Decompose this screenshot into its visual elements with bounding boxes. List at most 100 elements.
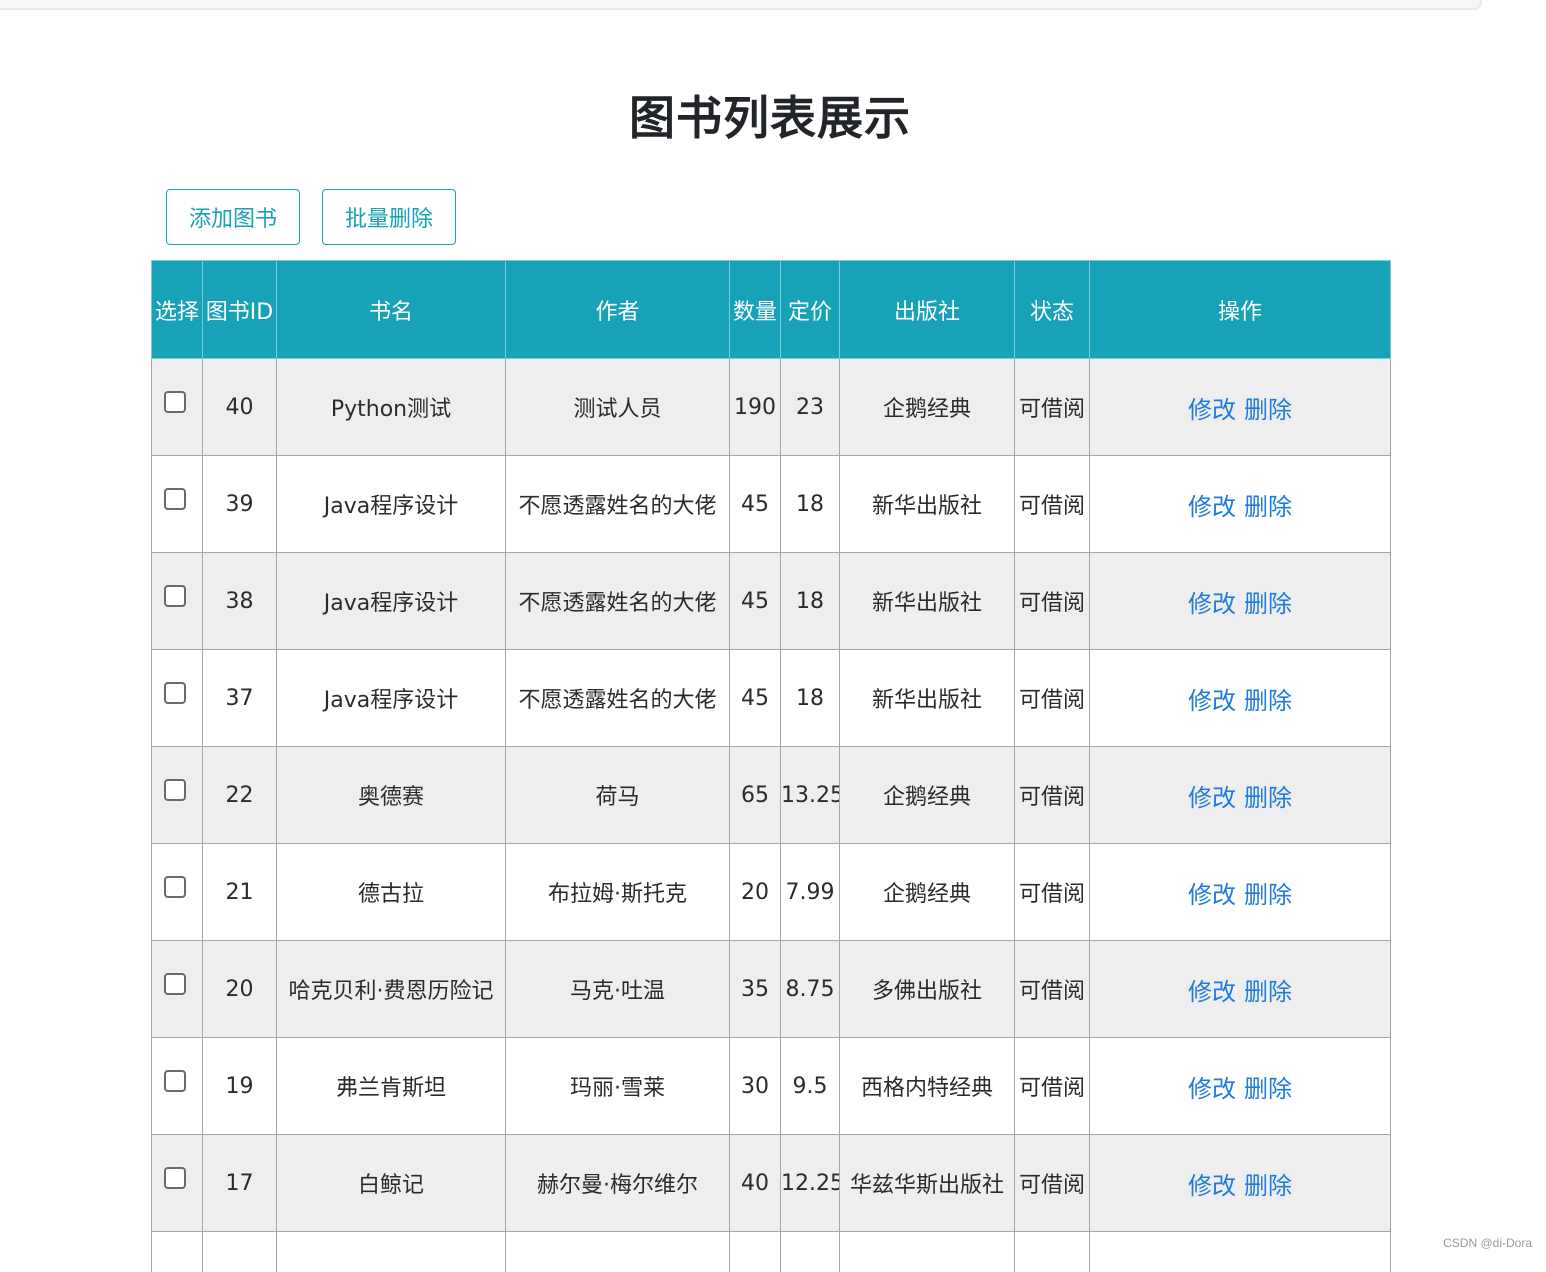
edit-link[interactable]: 修改 <box>1188 590 1236 618</box>
select-cell <box>152 1038 203 1135</box>
select-cell <box>152 456 203 553</box>
col-header-publisher: 出版社 <box>840 261 1015 359</box>
book-id: 39 <box>203 456 277 553</box>
book-name: 奥德赛 <box>277 747 506 844</box>
table-row: 40 Python测试 测试人员 190 23 企鹅经典 可借阅 修改删除 <box>152 359 1391 456</box>
book-status: 可借阅 <box>1015 1038 1090 1135</box>
row-checkbox[interactable] <box>164 779 186 801</box>
book-name: Java程序设计 <box>277 650 506 747</box>
book-name: Python测试 <box>277 359 506 456</box>
edit-link[interactable]: 修改 <box>1188 978 1236 1006</box>
delete-link[interactable]: 删除 <box>1244 1075 1292 1103</box>
watermark: CSDN @di-Dora <box>1443 1236 1532 1250</box>
table-row: 21 德古拉 布拉姆·斯托克 20 7.99 企鹅经典 可借阅 修改删除 <box>152 844 1391 941</box>
table-row: 38 Java程序设计 不愿透露姓名的大佬 45 18 新华出版社 可借阅 修改… <box>152 553 1391 650</box>
row-checkbox[interactable] <box>164 391 186 413</box>
book-publisher: 企鹅经典 <box>840 747 1015 844</box>
row-actions: 修改删除 <box>1090 359 1391 456</box>
delete-link[interactable]: 删除 <box>1244 784 1292 812</box>
book-author: 不愿透露姓名的大佬 <box>506 553 730 650</box>
book-name: 德古拉 <box>277 844 506 941</box>
col-header-book-id: 图书ID <box>203 261 277 359</box>
book-count: 35 <box>730 941 781 1038</box>
table-row: 20 哈克贝利·费恩历险记 马克·吐温 35 8.75 多佛出版社 可借阅 修改… <box>152 941 1391 1038</box>
book-name: 白鲸记 <box>277 1135 506 1232</box>
row-checkbox[interactable] <box>164 876 186 898</box>
book-author: 布拉姆·斯托克 <box>506 844 730 941</box>
row-checkbox[interactable] <box>164 585 186 607</box>
row-actions: 修改删除 <box>1090 650 1391 747</box>
edit-link[interactable]: 修改 <box>1188 881 1236 909</box>
book-id: 37 <box>203 650 277 747</box>
book-count: 190 <box>730 359 781 456</box>
col-header-select: 选择 <box>152 261 203 359</box>
select-cell <box>152 747 203 844</box>
book-name: Java程序设计 <box>277 456 506 553</box>
row-checkbox[interactable] <box>164 488 186 510</box>
add-book-button[interactable]: 添加图书 <box>166 189 300 245</box>
book-id: 19 <box>203 1038 277 1135</box>
book-price: 23 <box>781 359 840 456</box>
book-author: 马克·吐温 <box>506 941 730 1038</box>
delete-link[interactable]: 删除 <box>1244 687 1292 715</box>
book-price: 18 <box>781 553 840 650</box>
delete-link[interactable]: 删除 <box>1244 1172 1292 1200</box>
book-count: 30 <box>730 1038 781 1135</box>
book-price: 18 <box>781 650 840 747</box>
browser-top-edge <box>0 0 1482 10</box>
book-count: 40 <box>730 1135 781 1232</box>
book-price: 9.5 <box>781 1038 840 1135</box>
table-row: 37 Java程序设计 不愿透露姓名的大佬 45 18 新华出版社 可借阅 修改… <box>152 650 1391 747</box>
table-row: 19 弗兰肯斯坦 玛丽·雪莱 30 9.5 西格内特经典 可借阅 修改删除 <box>152 1038 1391 1135</box>
book-publisher: 新华出版社 <box>840 456 1015 553</box>
book-author: 测试人员 <box>506 359 730 456</box>
book-author: 不愿透露姓名的大佬 <box>506 650 730 747</box>
edit-link[interactable]: 修改 <box>1188 493 1236 521</box>
book-publisher: 新华出版社 <box>840 650 1015 747</box>
book-id: 22 <box>203 747 277 844</box>
edit-link[interactable]: 修改 <box>1188 1075 1236 1103</box>
delete-link[interactable]: 删除 <box>1244 978 1292 1006</box>
page-title: 图书列表展示 <box>0 82 1540 148</box>
row-actions: 修改删除 <box>1090 1038 1391 1135</box>
book-id: 20 <box>203 941 277 1038</box>
select-cell <box>152 941 203 1038</box>
edit-link[interactable]: 修改 <box>1188 396 1236 424</box>
book-status: 可借阅 <box>1015 650 1090 747</box>
col-header-actions: 操作 <box>1090 261 1391 359</box>
book-count: 65 <box>730 747 781 844</box>
edit-link[interactable]: 修改 <box>1188 1172 1236 1200</box>
row-actions: 修改删除 <box>1090 941 1391 1038</box>
select-cell <box>152 553 203 650</box>
row-actions: 修改删除 <box>1090 844 1391 941</box>
book-price: 18 <box>781 456 840 553</box>
delete-link[interactable]: 删除 <box>1244 590 1292 618</box>
delete-link[interactable]: 删除 <box>1244 881 1292 909</box>
row-checkbox[interactable] <box>164 1070 186 1092</box>
delete-link[interactable]: 删除 <box>1244 396 1292 424</box>
row-checkbox[interactable] <box>164 973 186 995</box>
book-status: 可借阅 <box>1015 1135 1090 1232</box>
row-checkbox[interactable] <box>164 682 186 704</box>
batch-delete-button[interactable]: 批量删除 <box>322 189 456 245</box>
delete-link[interactable]: 删除 <box>1244 493 1292 521</box>
row-actions: 修改删除 <box>1090 1135 1391 1232</box>
table-row: 39 Java程序设计 不愿透露姓名的大佬 45 18 新华出版社 可借阅 修改… <box>152 456 1391 553</box>
book-author: 玛丽·雪莱 <box>506 1038 730 1135</box>
select-cell <box>152 650 203 747</box>
row-checkbox[interactable] <box>164 1167 186 1189</box>
select-cell <box>152 844 203 941</box>
row-actions: 修改删除 <box>1090 747 1391 844</box>
book-status: 可借阅 <box>1015 456 1090 553</box>
book-price: 12.25 <box>781 1135 840 1232</box>
col-header-book-name: 书名 <box>277 261 506 359</box>
edit-link[interactable]: 修改 <box>1188 687 1236 715</box>
book-count: 20 <box>730 844 781 941</box>
book-count: 45 <box>730 553 781 650</box>
book-publisher: 华兹华斯出版社 <box>840 1135 1015 1232</box>
book-table: 选择 图书ID 书名 作者 数量 定价 出版社 状态 操作 40 Python测… <box>151 260 1391 1272</box>
book-count: 45 <box>730 650 781 747</box>
book-id: 40 <box>203 359 277 456</box>
edit-link[interactable]: 修改 <box>1188 784 1236 812</box>
table-row: 17 白鲸记 赫尔曼·梅尔维尔 40 12.25 华兹华斯出版社 可借阅 修改删… <box>152 1135 1391 1232</box>
